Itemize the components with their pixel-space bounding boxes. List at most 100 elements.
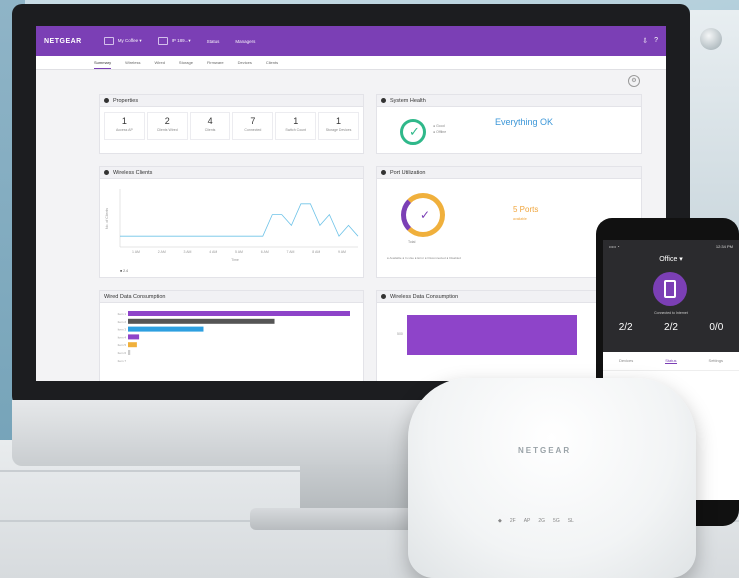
- port-value: 5 Ports: [513, 205, 539, 214]
- card-icon: [381, 98, 386, 103]
- property-tile[interactable]: 1 Switch Count: [275, 112, 317, 140]
- led-label: AP: [523, 518, 531, 524]
- card-title: Wireless Clients: [113, 169, 153, 176]
- location-icon: [103, 37, 114, 45]
- gear-icon: ⚙: [631, 78, 637, 84]
- health-legend: ● Good ● Offline: [433, 124, 447, 134]
- card-title: System Health: [390, 97, 426, 104]
- property-tile[interactable]: 4 Clients: [189, 112, 231, 140]
- topbar-network-selector[interactable]: IP 189...▾: [157, 37, 191, 45]
- nav-tabs: Summary Wireless Wired Storage Firmware …: [36, 56, 666, 70]
- x-tick-label: 4 AM: [209, 250, 217, 254]
- card-icon: [381, 294, 386, 299]
- x-tick-label: 2 AM: [158, 250, 166, 254]
- network-icon: [157, 37, 168, 45]
- bar-category-label: Item 7: [118, 359, 127, 363]
- phone-stats: 2/2 2/2 0/0: [603, 322, 739, 333]
- wired-data-bar: [128, 334, 140, 340]
- phone-tabs: Devices Status Settings: [603, 352, 739, 371]
- access-point-device: [408, 378, 696, 578]
- topbar-location-selector[interactable]: My Coffee ▾: [103, 37, 142, 45]
- tab-clients[interactable]: Clients: [266, 57, 278, 68]
- health-status: Everything OK: [495, 117, 554, 127]
- brand-logo: NETGEAR: [44, 37, 82, 45]
- card-icon: [381, 170, 386, 175]
- tab-storage[interactable]: Storage: [179, 57, 193, 68]
- port-legend: ● Available ● In-Use ● Error ● Disconnec…: [387, 256, 461, 260]
- card-title: Port Utilization: [390, 169, 426, 176]
- phone-tab-settings[interactable]: Settings: [709, 358, 723, 364]
- y-tick-label: 500: [397, 332, 403, 336]
- phone-location-selector[interactable]: Office ▾: [603, 255, 739, 263]
- led-label: 2F: [509, 518, 516, 524]
- device-logo: NETGEAR: [518, 446, 572, 455]
- x-tick-label: 1 AM: [132, 250, 140, 254]
- property-tile[interactable]: 7 Connected: [232, 112, 274, 140]
- health-ring: ✓: [400, 119, 426, 145]
- led-label: SL: [567, 518, 574, 524]
- wired-data-bar: [128, 326, 204, 332]
- property-tile[interactable]: 1 Access AP: [104, 112, 145, 140]
- wireless-clients-chart: No. of Clients 1 AM 2 AM 3 AM 4 AM 5 AM 6 AM 7…: [105, 189, 359, 273]
- wired-data-bar: [128, 350, 131, 355]
- x-tick-label: 5 AM: [235, 250, 243, 254]
- check-icon: ✓: [420, 208, 431, 222]
- system-health-card: System Health ✓ ● Good ● Offline Everyth…: [376, 94, 642, 154]
- x-tick-label: 9 AM: [338, 250, 346, 254]
- wired-data-chart: Item 1 Item 2 Item 3 Item 4 Item 5 Item 6 Item…: [118, 311, 350, 363]
- y-axis-label: No. of Clients: [105, 208, 109, 229]
- tab-wired[interactable]: Wired: [154, 57, 164, 68]
- bar-category-label: Item 2: [118, 320, 127, 324]
- wireless-clients-card: Wireless Clients No. of Clients 1 AM 2 AM…: [99, 166, 364, 278]
- hub-icon[interactable]: [653, 272, 687, 306]
- property-tile[interactable]: 1 Storage Devices: [318, 112, 359, 140]
- bar-category-label: Item 4: [118, 335, 127, 339]
- top-bar: NETGEAR My Coffee ▾ IP 189...▾ Status Ma…: [36, 26, 666, 56]
- phone-caption: Connected to Internet: [654, 311, 688, 315]
- topbar-status-link[interactable]: Status: [207, 39, 220, 44]
- property-tile[interactable]: 2 Clients Wired: [146, 112, 188, 140]
- check-icon: ✓: [409, 124, 420, 139]
- tab-firmware[interactable]: Firmware: [207, 57, 224, 68]
- card-title: Wired Data Consumption: [104, 293, 166, 300]
- x-axis-label: Time: [231, 258, 239, 262]
- x-tick-label: 6 AM: [261, 250, 269, 254]
- bar-category-label: Item 6: [118, 351, 127, 355]
- properties-card: Properties 1 Access AP 2 Clients Wired 4 Cl…: [99, 94, 364, 154]
- properties-grid: 1 Access AP 2 Clients Wired 4 Clients 7 Conn…: [100, 107, 363, 145]
- bar-category-label: Item 5: [118, 343, 127, 347]
- tab-summary[interactable]: Summary: [94, 57, 112, 69]
- tab-devices[interactable]: Devices: [238, 57, 252, 68]
- card-icon: [104, 98, 109, 103]
- wired-data-bar: [128, 342, 137, 348]
- background-knob: [700, 28, 722, 50]
- port-value-sub: available: [513, 217, 527, 221]
- stat-value: 2/2: [664, 322, 678, 333]
- led-label: 5G: [553, 518, 560, 524]
- stat-value: 2/2: [618, 322, 633, 333]
- port-ring-label: Total: [408, 240, 416, 244]
- phone-tab-devices[interactable]: Devices: [619, 358, 633, 364]
- dashboard-screen: NETGEAR My Coffee ▾ IP 189...▾ Status Ma…: [36, 26, 666, 381]
- card-title: Properties: [113, 97, 139, 104]
- phone-tab-status[interactable]: Status: [665, 358, 677, 364]
- wireless-data-bar: [407, 315, 577, 355]
- x-tick-label: 8 AM: [312, 250, 320, 254]
- chart-legend: ■ 2.4: [120, 269, 128, 273]
- bar-category-label: Item 3: [118, 328, 127, 332]
- led-label: ◆: [498, 518, 502, 524]
- help-icon[interactable]: ?: [654, 37, 658, 45]
- led-label: 2G: [538, 518, 546, 524]
- x-tick-label: 7 AM: [287, 250, 295, 254]
- x-ticks: 1 AM 2 AM 3 AM 4 AM 5 AM 6 AM 7 AM 8 AM 9 AM: [132, 250, 346, 254]
- port-ring: ✓: [401, 193, 445, 237]
- settings-button[interactable]: ⚙: [628, 75, 640, 87]
- card-title: Wireless Data Consumption: [390, 293, 459, 300]
- card-icon: [104, 170, 109, 175]
- topbar-managers-link[interactable]: Managers: [235, 39, 255, 44]
- download-icon[interactable]: ⇩: [642, 37, 648, 45]
- tab-wireless[interactable]: Wireless: [125, 57, 140, 68]
- device-led-labels: ◆ 2F AP 2G 5G SL: [498, 518, 574, 524]
- bar-category-label: Item 1: [118, 312, 127, 316]
- wired-data-bar: [128, 318, 275, 324]
